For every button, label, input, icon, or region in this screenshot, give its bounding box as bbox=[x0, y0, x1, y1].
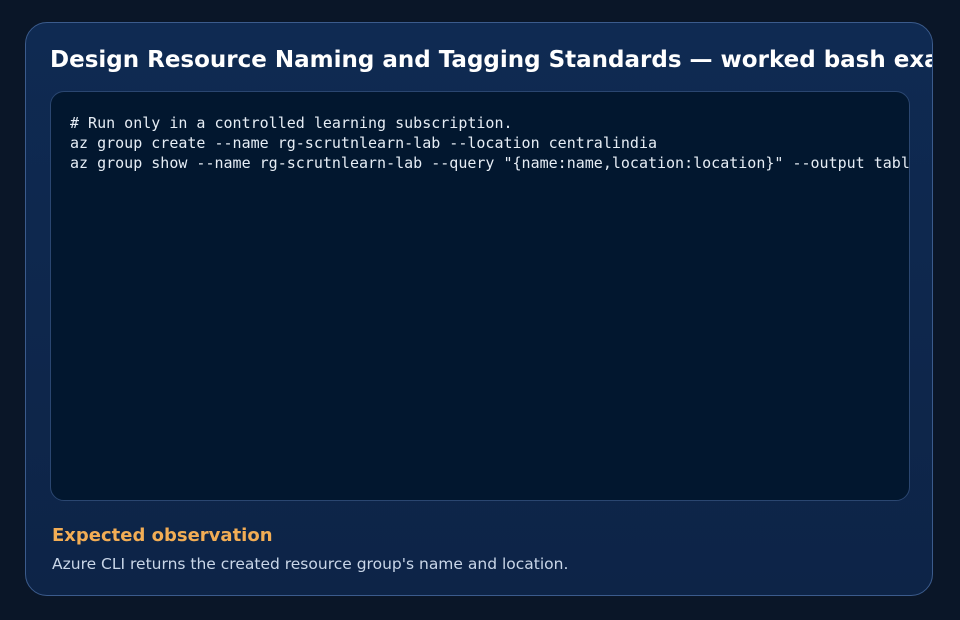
code-text[interactable]: # Run only in a controlled learning subs… bbox=[70, 113, 910, 173]
code-block[interactable]: # Run only in a controlled learning subs… bbox=[50, 91, 910, 501]
code-line-group-show: az group show --name rg-scrutnlearn-lab … bbox=[70, 154, 910, 172]
code-line-group-create: az group create --name rg-scrutnlearn-la… bbox=[70, 134, 657, 152]
expected-observation-text: Azure CLI returns the created resource g… bbox=[52, 555, 569, 573]
code-line-comment: # Run only in a controlled learning subs… bbox=[70, 114, 513, 132]
card-title: Design Resource Naming and Tagging Stand… bbox=[50, 47, 933, 73]
example-card: Design Resource Naming and Tagging Stand… bbox=[25, 22, 933, 596]
expected-observation-heading: Expected observation bbox=[52, 525, 273, 546]
